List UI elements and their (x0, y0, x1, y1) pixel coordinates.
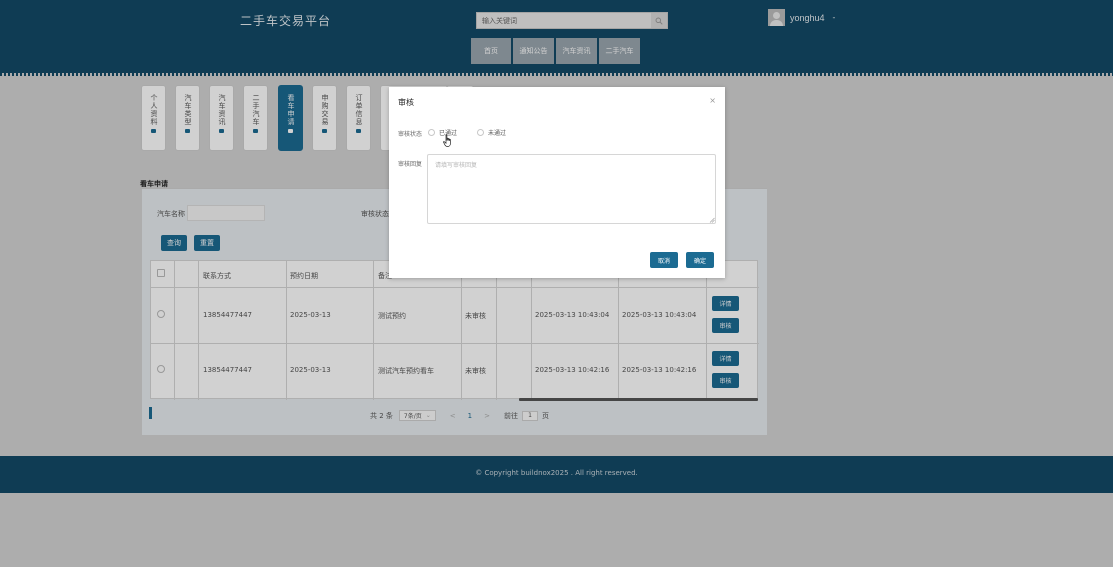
dialog-title: 审核 (398, 98, 414, 107)
hand-cursor-icon (443, 134, 451, 147)
radio-circle[interactable] (428, 129, 435, 136)
review-reply-label: 审核回复 (398, 161, 423, 168)
review-status-label: 审核状态 (398, 131, 423, 138)
cancel-button[interactable]: 取消 (650, 252, 678, 268)
radio-rejected[interactable]: 未通过 (477, 128, 506, 137)
radio-circle[interactable] (477, 129, 485, 136)
review-reply-textarea[interactable] (427, 154, 716, 224)
close-icon[interactable]: × (709, 96, 716, 105)
confirm-button[interactable]: 确定 (686, 252, 714, 268)
radio-label-rejected[interactable]: 未通过 (488, 128, 506, 137)
resize-grip-icon[interactable] (709, 217, 715, 223)
review-dialog: 审核 × 审核状态 已通过 未通过 审核回复 取消 确定 (389, 87, 725, 278)
modal-overlay[interactable] (0, 0, 1113, 567)
